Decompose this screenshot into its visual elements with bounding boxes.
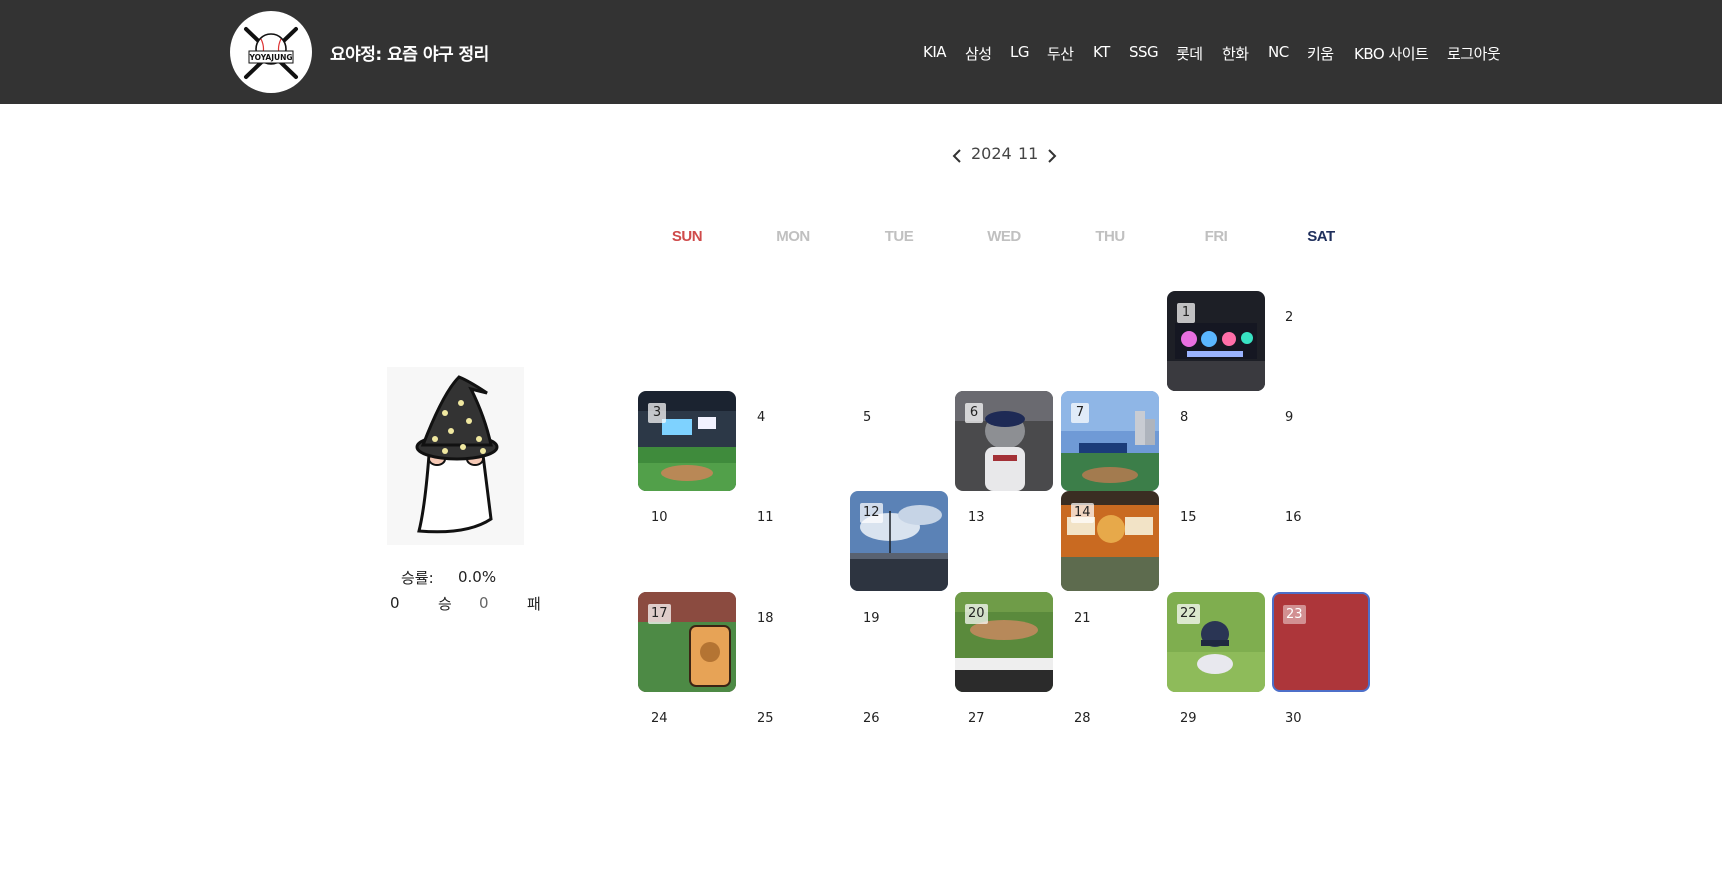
day-number: 5 [863,410,872,425]
day-number: 3 [648,403,666,423]
wizard-hat-avatar-icon [415,375,499,534]
nav-samsung[interactable]: 삼성 [965,43,992,64]
weekday-tue: TUE [884,228,914,245]
calendar-day-5[interactable]: 5 [850,391,948,491]
day-number: 19 [863,611,880,626]
day-number: 11 [757,510,774,525]
calendar-day-18[interactable]: 18 [744,592,842,692]
day-number: 21 [1074,611,1091,626]
calendar-day-26[interactable]: 26 [850,692,948,792]
win-rate-label: 승률: [401,569,434,587]
site-title[interactable]: 요야정: 요즘 야구 정리 [330,40,489,65]
calendar-day-22[interactable]: 22 [1167,592,1265,692]
day-number: 7 [1071,403,1089,423]
wins-count: 0 [390,594,400,612]
nav-lotte[interactable]: 롯데 [1176,43,1203,64]
nav-nc[interactable]: NC [1268,43,1289,61]
day-number: 15 [1180,510,1197,525]
calendar-day-1[interactable]: 1 [1167,291,1265,391]
day-number: 20 [965,604,988,624]
weekday-sat: SAT [1307,228,1335,245]
svg-text:YOYAJUNG: YOYAJUNG [248,53,292,62]
day-number: 24 [651,711,668,726]
calendar-day-20[interactable]: 20 [955,592,1053,692]
chevron-left-icon[interactable] [950,148,966,164]
day-number: 17 [648,604,671,624]
day-number: 29 [1180,711,1197,726]
day-number: 12 [860,503,883,523]
day-number: 14 [1071,503,1094,523]
day-number: 6 [965,403,983,423]
win-rate-value: 0.0% [458,568,497,586]
calendar-day-8[interactable]: 8 [1167,391,1265,491]
day-number: 28 [1074,711,1091,726]
day-number: 18 [757,611,774,626]
calendar-day-25[interactable]: 25 [744,692,842,792]
calendar-day-15[interactable]: 15 [1167,491,1265,591]
calendar-day-11[interactable]: 11 [744,491,842,591]
day-number: 27 [968,711,985,726]
calendar-day-6[interactable]: 6 [955,391,1053,491]
losses-count: 0 [479,594,489,612]
nav-logout[interactable]: 로그아웃 [1447,43,1501,64]
calendar-day-24[interactable]: 24 [638,692,736,792]
weekday-fri: FRI [1204,228,1228,245]
nav-ssg[interactable]: SSG [1129,43,1159,61]
calendar-day-21[interactable]: 21 [1061,592,1159,692]
wins-label: 승 [438,595,452,613]
day-number: 4 [757,410,766,425]
profile-avatar [387,367,524,545]
day-number: 23 [1283,605,1306,624]
day-number: 30 [1285,711,1302,726]
calendar-day-14[interactable]: 14 [1061,491,1159,591]
nav-doosan[interactable]: 두산 [1047,43,1074,64]
day-number: 8 [1180,410,1189,425]
top-navbar: YOYAJUNG 요야정: 요즘 야구 정리 KIA 삼성 LG 두산 KT S… [0,0,1722,104]
day-number: 16 [1285,510,1302,525]
nav-lg[interactable]: LG [1010,43,1029,61]
calendar-day-27[interactable]: 27 [955,692,1053,792]
weekday-thu: THU [1095,228,1125,245]
calendar-day-30[interactable]: 30 [1272,692,1370,792]
calendar-day-17[interactable]: 17 [638,592,736,692]
losses-label: 패 [527,595,541,613]
calendar-day-3[interactable]: 3 [638,391,736,491]
baseball-logo-icon: YOYAJUNG [233,14,309,90]
nav-kia[interactable]: KIA [923,43,947,61]
calendar-day-13[interactable]: 13 [955,491,1053,591]
day-number: 25 [757,711,774,726]
calendar-day-19[interactable]: 19 [850,592,948,692]
calendar-day-2[interactable]: 2 [1272,291,1370,391]
weekday-sun: SUN [671,228,703,245]
day-number: 2 [1285,310,1294,325]
calendar-day-16[interactable]: 16 [1272,491,1370,591]
calendar-day-23[interactable]: 23 [1272,592,1370,692]
calendar-day-9[interactable]: 9 [1272,391,1370,491]
calendar-day-29[interactable]: 29 [1167,692,1265,792]
day-number: 10 [651,510,668,525]
calendar-year: 2024 [971,144,1012,163]
nav-kt[interactable]: KT [1093,43,1110,61]
day-number: 13 [968,510,985,525]
day-number: 26 [863,711,880,726]
day-number: 9 [1285,410,1294,425]
calendar-month: 11 [1018,144,1039,163]
nav-hanwha[interactable]: 한화 [1222,43,1249,64]
weekday-mon: MON [776,228,810,245]
day-number: 22 [1177,604,1200,624]
site-logo[interactable]: YOYAJUNG [230,11,312,93]
calendar-day-10[interactable]: 10 [638,491,736,591]
calendar-day-7[interactable]: 7 [1061,391,1159,491]
chevron-right-icon[interactable] [1043,148,1059,164]
nav-kbo-site[interactable]: KBO 사이트 [1354,43,1429,64]
calendar-day-4[interactable]: 4 [744,391,842,491]
weekday-wed: WED [987,228,1021,245]
calendar-day-28[interactable]: 28 [1061,692,1159,792]
calendar-day-12[interactable]: 12 [850,491,948,591]
nav-kiwoom[interactable]: 키움 [1307,43,1334,64]
day-number: 1 [1177,303,1195,323]
